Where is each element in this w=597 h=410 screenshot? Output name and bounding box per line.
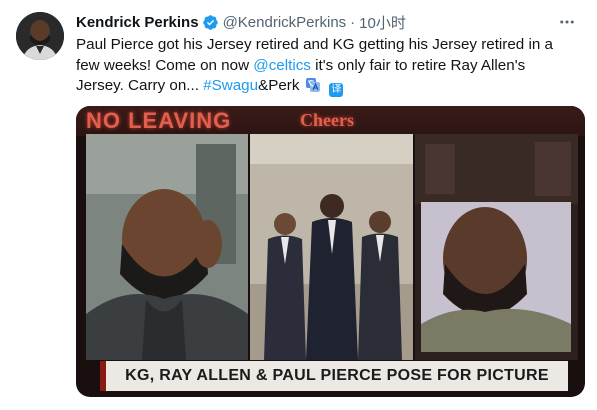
- timestamp[interactable]: 10小时: [359, 12, 406, 33]
- three-players-image: [250, 134, 413, 360]
- video-panel-right: [415, 134, 578, 360]
- video-panel-middle: [250, 134, 413, 360]
- tweet-text-part-3: &Perk: [258, 77, 300, 94]
- avatar[interactable]: [16, 12, 64, 60]
- tweet-text: Paul Pierce got his Jersey retired and K…: [76, 35, 576, 97]
- separator-dot: ·: [350, 13, 356, 31]
- video-panel-left: [86, 134, 248, 360]
- tweet-header: Kendrick Perkins @KendrickPerkins · 10小时: [76, 11, 585, 33]
- neon-sign-right: Cheers: [300, 110, 354, 130]
- more-horizontal-icon: [560, 20, 574, 24]
- caption-banner-text: KG, RAY ALLEN & PAUL PIERCE POSE FOR PIC…: [125, 367, 549, 384]
- media-video[interactable]: NO LEAVING Cheers KG, RAY ALLEN & PAUL P…: [76, 106, 585, 397]
- more-options-button[interactable]: [555, 10, 579, 34]
- avatar-image: [16, 12, 64, 60]
- caption-banner: KG, RAY ALLEN & PAUL PIERCE POSE FOR PIC…: [100, 361, 568, 391]
- person-right-image: [415, 134, 578, 360]
- mention-link[interactable]: @celtics: [253, 57, 311, 74]
- translate-icon[interactable]: [305, 77, 321, 93]
- user-handle[interactable]: @KendrickPerkins: [223, 14, 347, 31]
- translate-button[interactable]: 译: [329, 83, 344, 97]
- person-left-image: [86, 134, 248, 360]
- display-name[interactable]: Kendrick Perkins: [76, 14, 199, 31]
- hashtag-link[interactable]: #Swagu: [203, 77, 258, 94]
- studio-backdrop: NO LEAVING Cheers: [76, 106, 585, 136]
- neon-sign-left: NO LEAVING: [86, 108, 232, 133]
- verified-badge-icon: [202, 14, 218, 30]
- tweet-card[interactable]: Kendrick Perkins @KendrickPerkins · 10小时…: [0, 0, 597, 410]
